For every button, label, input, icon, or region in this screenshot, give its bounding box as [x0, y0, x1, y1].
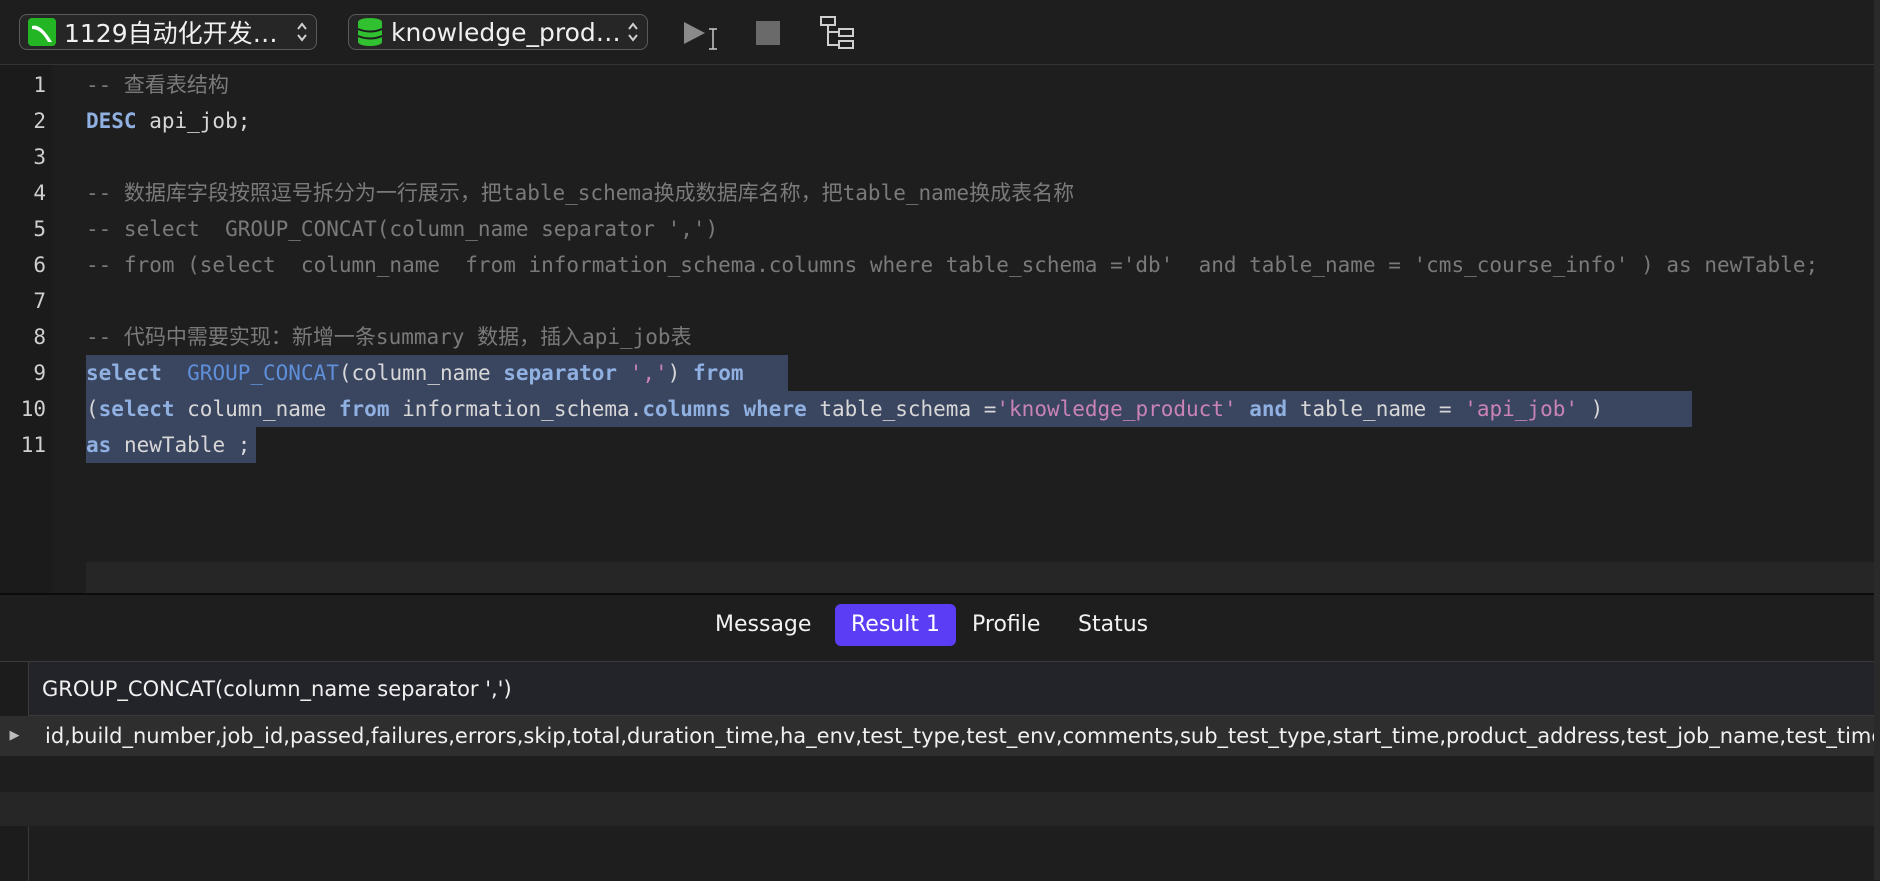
tab-profile[interactable]: Profile: [956, 604, 1056, 646]
code-token: table_schema =: [806, 397, 997, 421]
code-token: (: [86, 397, 99, 421]
code-token: -- 数据库字段按照逗号拆分为一行展示，把table_schema换成数据库名称…: [86, 181, 1075, 205]
stop-button[interactable]: [748, 14, 788, 52]
code-line[interactable]: (select column_name from information_sch…: [86, 391, 1616, 427]
code-line[interactable]: -- 查看表结构: [86, 67, 229, 103]
line-number: 2: [33, 109, 46, 133]
chevron-updown-icon: [297, 22, 307, 42]
explain-button[interactable]: [818, 14, 858, 52]
mysql-connection-icon: [28, 18, 56, 46]
code-line[interactable]: -- from (select column_name from informa…: [86, 247, 1818, 283]
code-token: api_job;: [136, 109, 251, 133]
connection-selector[interactable]: 1129自动化开发环...: [19, 14, 317, 50]
code-line[interactable]: -- 代码中需要实现：新增一条summary 数据，插入api_job表: [86, 319, 692, 355]
tree-structure-icon: [820, 16, 854, 49]
code-token: -- from (select column_name from informa…: [86, 253, 1819, 277]
chevron-updown-icon: [628, 22, 638, 42]
result-tabs: Message Result 1 Profile Status: [0, 595, 1880, 661]
code-token: from: [338, 397, 390, 421]
code-token: -- 代码中需要实现：新增一条summary 数据，插入api_job表: [86, 325, 692, 349]
line-number-gutter: 1 2 3 4 5 6 7 8 9 10 11: [0, 65, 52, 593]
code-line[interactable]: DESC api_job;: [86, 103, 250, 139]
current-line-highlight: [86, 562, 1880, 593]
sql-editor[interactable]: 1 2 3 4 5 6 7 8 9 10 11 -- 查看表结构 DESC api_job; -- 数据…: [0, 65, 1880, 593]
empty-row: [0, 756, 1880, 796]
line-number: 11: [20, 433, 46, 457]
code-token: GROUP_CONCAT: [187, 361, 339, 385]
code-line[interactable]: select GROUP_CONCAT(column_name separato…: [86, 355, 769, 391]
code-token: from: [692, 361, 744, 385]
code-token: column_name: [174, 397, 339, 421]
database-selector[interactable]: knowledge_product: [348, 14, 648, 50]
line-number: 6: [33, 253, 46, 277]
table-cell[interactable]: id,build_number,job_id,passed,failures,e…: [45, 716, 1880, 756]
code-line[interactable]: -- select GROUP_CONCAT(column_name separ…: [86, 211, 718, 247]
code-token: separator: [503, 361, 618, 385]
code-token: newTable ;: [111, 433, 251, 457]
code-token: select: [98, 397, 175, 421]
line-number: 1: [33, 73, 46, 97]
code-token: 'knowledge_product': [996, 397, 1237, 421]
database-icon: [357, 18, 383, 46]
code-token: ): [667, 361, 693, 385]
tab-message[interactable]: Message: [699, 604, 827, 646]
stop-icon: [756, 21, 780, 45]
table-row[interactable]: ▶ id,build_number,job_id,passed,failures…: [0, 716, 1880, 756]
code-token: -- 查看表结构: [86, 73, 229, 97]
code-token: ): [1578, 397, 1616, 421]
play-icon: [684, 22, 705, 44]
code-token: 'api_job': [1464, 397, 1579, 421]
result-grid[interactable]: GROUP_CONCAT(column_name separator ',') …: [0, 661, 1880, 881]
code-token: DESC: [86, 109, 137, 133]
line-number: 4: [33, 181, 46, 205]
scrollbar[interactable]: [1874, 0, 1880, 880]
database-label: knowledge_product: [391, 17, 623, 47]
line-number: 9: [33, 361, 46, 385]
empty-row: [0, 792, 1880, 826]
connection-label: 1129自动化开发环...: [64, 19, 292, 48]
row-marker-icon: ▶: [9, 728, 20, 743]
line-number: 7: [33, 289, 46, 313]
code-token: (column_name: [338, 361, 504, 385]
code-token: ',': [629, 361, 668, 385]
line-number: 8: [33, 325, 46, 349]
code-token: and: [1249, 397, 1288, 421]
line-number: 3: [33, 145, 46, 169]
code-token: as: [86, 433, 112, 457]
code-token: information_schema.: [389, 397, 643, 421]
code-token: where: [743, 397, 807, 421]
toolbar: 1129自动化开发环... knowledge_product: [0, 0, 1880, 65]
tab-status[interactable]: Status: [1062, 604, 1164, 646]
code-token: table_name =: [1287, 397, 1465, 421]
line-number: 5: [33, 217, 46, 241]
code-line[interactable]: as newTable ;: [86, 427, 250, 463]
code-token: select: [86, 361, 162, 385]
tab-result-1[interactable]: Result 1: [835, 604, 956, 646]
column-header[interactable]: GROUP_CONCAT(column_name separator ','): [29, 662, 1880, 716]
line-number: 10: [20, 397, 46, 421]
text-cursor-icon: [709, 28, 717, 50]
code-line[interactable]: -- 数据库字段按照逗号拆分为一行展示，把table_schema换成数据库名称…: [86, 175, 1074, 211]
code-token: -- select GROUP_CONCAT(column_name separ…: [86, 217, 719, 241]
code-token: columns: [642, 397, 731, 421]
